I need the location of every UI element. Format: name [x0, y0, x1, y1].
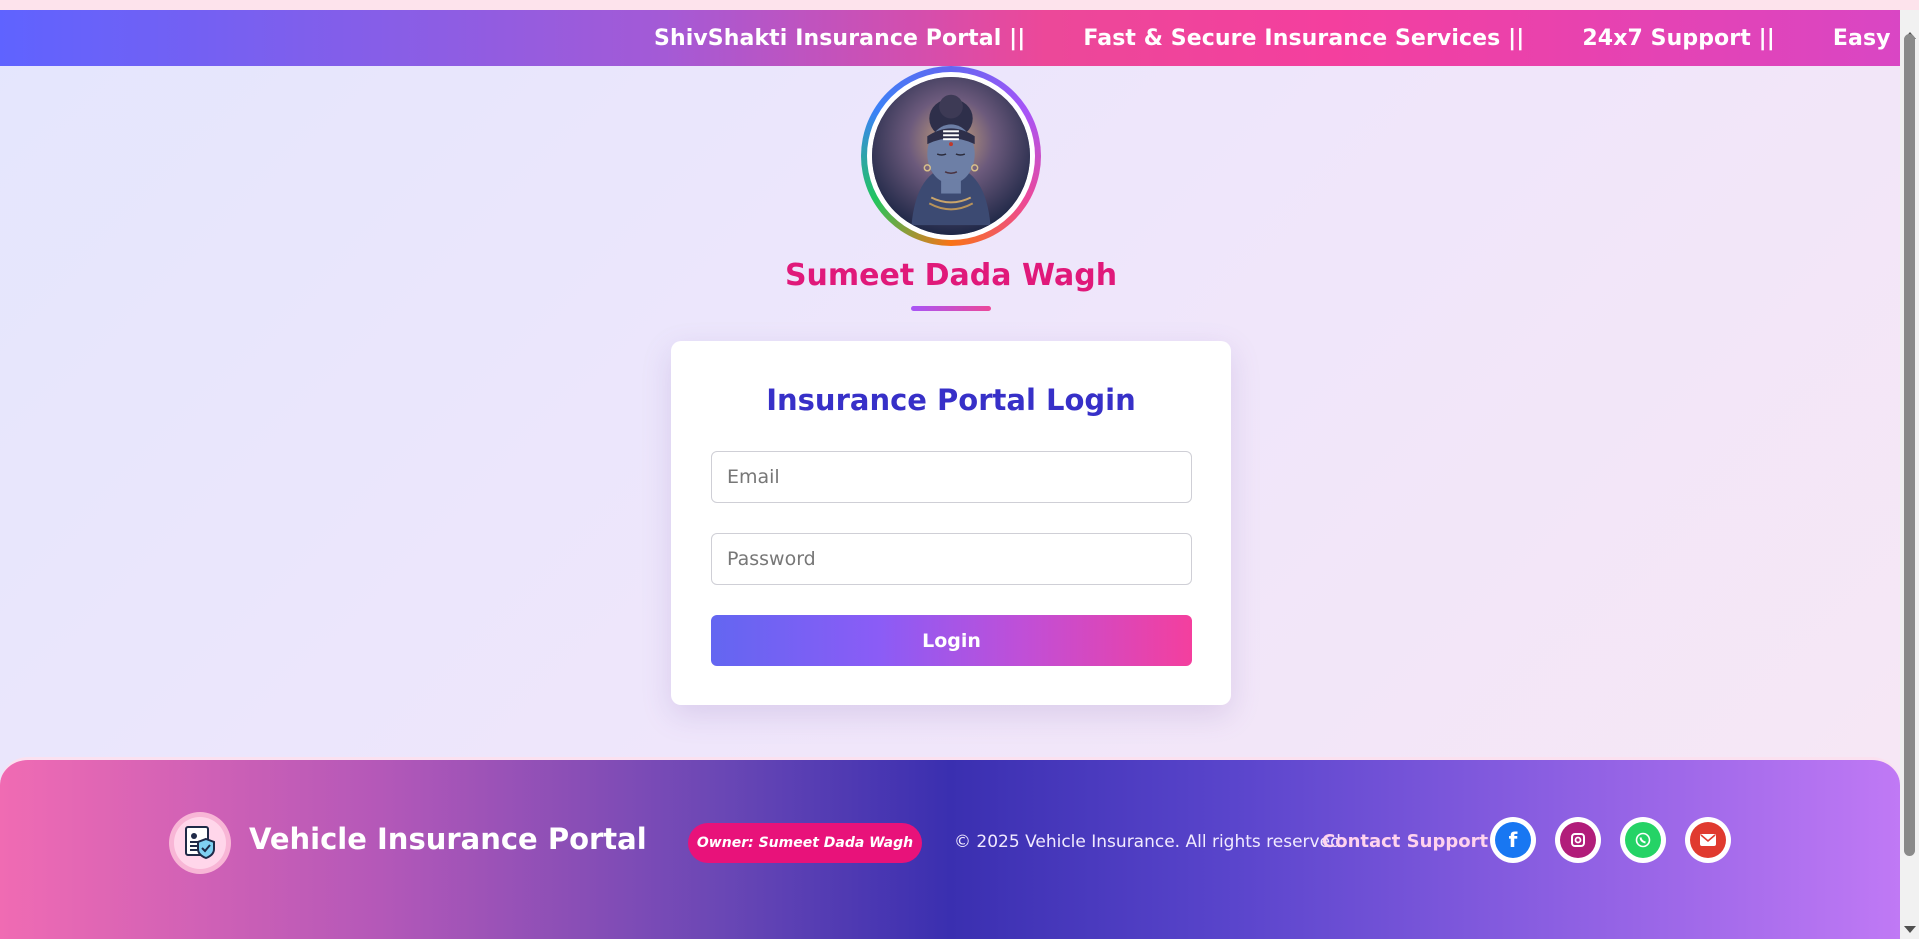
site-footer: Vehicle Insurance Portal Owner: Sumeet D…: [0, 757, 1900, 939]
footer-title: Vehicle Insurance Portal: [249, 822, 647, 856]
password-input[interactable]: [711, 533, 1192, 585]
instagram-icon: [1560, 822, 1596, 858]
shiva-portrait-image: [872, 77, 1030, 235]
marquee-track: ShivShakti Insurance Portal || Fast & Se…: [654, 10, 1900, 66]
facebook-link[interactable]: f: [1490, 817, 1536, 863]
login-button[interactable]: Login: [711, 615, 1192, 666]
shiva-portrait-icon: [872, 77, 1030, 235]
copyright-text: © 2025 Vehicle Insurance. All rights res…: [954, 832, 1347, 852]
page-scrollbar[interactable]: [1900, 10, 1919, 939]
top-strip: [0, 0, 1919, 10]
instagram-link[interactable]: [1555, 817, 1601, 863]
footer-logo: [169, 812, 231, 874]
marquee-item: 24x7 Support ||: [1582, 25, 1775, 51]
whatsapp-icon: [1625, 822, 1661, 858]
facebook-icon: f: [1495, 822, 1531, 858]
login-title: Insurance Portal Login: [766, 383, 1136, 417]
insurance-document-icon: [185, 826, 215, 860]
scroll-down-arrow-icon[interactable]: [1904, 926, 1916, 933]
marquee-item: Fast & Secure Insurance Services ||: [1083, 25, 1525, 51]
contact-support-link[interactable]: Contact Support: [1322, 831, 1488, 852]
email-icon: [1690, 822, 1726, 858]
scrollbar-thumb[interactable]: [1904, 34, 1915, 856]
name-underline-divider: [911, 306, 991, 311]
whatsapp-link[interactable]: [1620, 817, 1666, 863]
email-link[interactable]: [1685, 817, 1731, 863]
owner-badge: Owner: Sumeet Dada Wagh: [688, 823, 922, 863]
marquee-item: ShivShakti Insurance Portal ||: [654, 25, 1026, 51]
login-card: Insurance Portal Login Login: [671, 341, 1231, 705]
profile-name: Sumeet Dada Wagh: [784, 258, 1118, 293]
marquee-item: Easy Policy Managem: [1832, 25, 1900, 51]
profile-avatar: [861, 66, 1041, 246]
announcement-marquee: ShivShakti Insurance Portal || Fast & Se…: [0, 10, 1900, 66]
email-input[interactable]: [711, 451, 1192, 503]
